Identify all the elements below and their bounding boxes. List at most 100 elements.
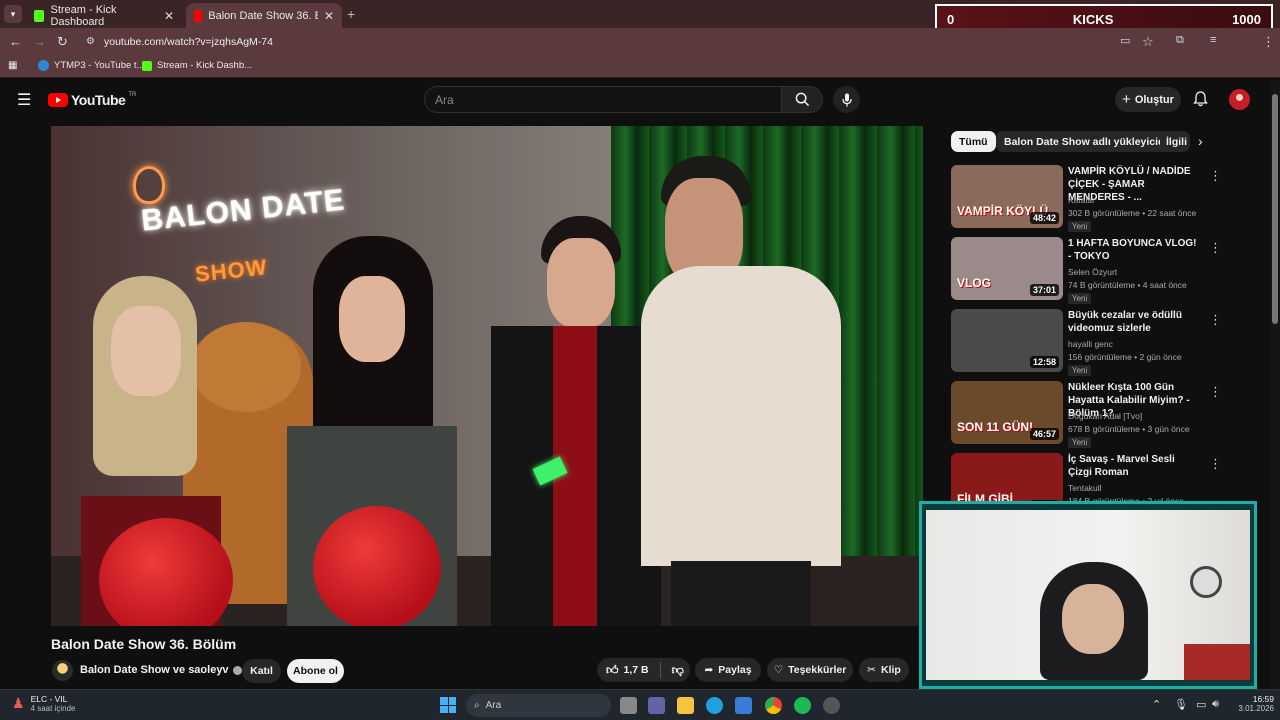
url-field[interactable]: youtube.com/watch?v=jzqhsAgM-74 <box>104 36 273 48</box>
video-player[interactable]: BALON DATE SHOW <box>51 126 923 626</box>
recommendation-channel[interactable]: hayalli genc <box>1068 339 1113 349</box>
thanks-button[interactable]: ♡ Teşekkürler <box>767 658 853 682</box>
more-actions-icon[interactable]: ⋮ <box>1209 168 1222 184</box>
chip-scroll-right-icon[interactable]: › <box>1198 133 1203 149</box>
recommendation-meta: 678 B görüntüleme • 3 gün önce <box>1068 424 1190 434</box>
like-count: 1,7 B <box>623 664 649 676</box>
network-icon[interactable]: ▭ <box>1196 698 1206 711</box>
thanks-label: Teşekkürler <box>788 664 847 676</box>
tab-title: Balon Date Show 36. Bölüm - Yo <box>208 9 318 22</box>
bookmark-ytmp3[interactable]: YTMP3 - YouTube t... <box>38 60 144 71</box>
video-thumbnail[interactable]: VLOG 37:01 <box>951 237 1063 300</box>
recommendation-channel[interactable]: Selen Özyurt <box>1068 267 1117 277</box>
chip-all[interactable]: Tümü <box>951 131 996 152</box>
hamburger-menu-icon[interactable]: ☰ <box>17 90 31 110</box>
search-icon: ⌕ <box>474 700 480 711</box>
more-actions-icon[interactable]: ⋮ <box>1209 240 1222 256</box>
cast-icon[interactable]: ▭ <box>1120 34 1130 47</box>
mic-tray-icon[interactable]: 🎙︎ <box>1174 698 1188 711</box>
account-avatar[interactable] <box>1229 89 1250 110</box>
neon-balloon-icon <box>133 166 165 204</box>
recommendation-channel[interactable]: Kafalar <box>1068 195 1095 205</box>
video-title: Balon Date Show 36. Bölüm <box>51 636 237 652</box>
dark-trousers <box>671 561 811 626</box>
subscribe-button[interactable]: Abone ol <box>287 659 344 683</box>
apps-grid-icon[interactable]: ▦ <box>8 60 17 71</box>
reload-icon[interactable]: ↻ <box>57 34 68 50</box>
tab-search-button[interactable]: ▾ <box>4 5 22 23</box>
tray-chevron-icon[interactable]: ⌃ <box>1152 698 1161 711</box>
new-tab-icon[interactable]: + <box>347 6 355 22</box>
voice-search-button[interactable] <box>833 86 860 113</box>
youtube-logo[interactable]: YouTube TR <box>48 92 136 108</box>
file-explorer-icon[interactable] <box>677 697 694 714</box>
notifications-bell-icon[interactable] <box>1193 91 1208 107</box>
spotify-icon[interactable] <box>794 697 811 714</box>
video-thumbnail[interactable]: 12:58 <box>951 309 1063 372</box>
channel-name-text: Balon Date Show ve saoleyv <box>80 664 229 676</box>
create-button[interactable]: + Oluştur <box>1115 87 1181 112</box>
more-actions-icon[interactable]: ⋮ <box>1209 456 1222 472</box>
youtube-play-icon <box>48 93 68 107</box>
volume-icon[interactable]: 🔊︎ <box>1212 698 1219 711</box>
search-button[interactable] <box>781 86 823 113</box>
more-actions-icon[interactable]: ⋮ <box>1209 384 1222 400</box>
tab-youtube-video[interactable]: Balon Date Show 36. Bölüm - Yo ✕ <box>186 3 342 28</box>
reading-list-icon[interactable]: ≡ <box>1210 34 1216 46</box>
recommendation-item[interactable]: 12:58 Büyük cezalar ve ödüllü videomuz si… <box>951 309 1222 376</box>
kick-favicon-icon <box>34 9 45 22</box>
chrome-icon[interactable] <box>765 697 782 714</box>
video-thumbnail[interactable]: SON 11 GÜN! 46:57 <box>951 381 1063 444</box>
close-tab-icon[interactable]: ✕ <box>324 9 334 23</box>
dislike-button-thumbs-down-icon[interactable]: 👎︎ <box>672 663 684 678</box>
recommendation-meta: 74 B görüntüleme • 4 saat önce <box>1068 280 1187 290</box>
search-input[interactable]: Ara <box>424 86 782 113</box>
more-actions-icon[interactable]: ⋮ <box>1209 312 1222 328</box>
extensions-icon[interactable]: ⧉ <box>1176 34 1184 47</box>
recommendation-item[interactable]: VLOG 37:01 1 HAFTA BOYUNCA VLOG! - TOKYO Se… <box>951 237 1222 304</box>
store-icon[interactable] <box>735 697 752 714</box>
chip-related[interactable]: İlgili <box>1160 131 1190 152</box>
back-icon[interactable]: ← <box>9 34 22 49</box>
video-thumbnail[interactable]: VAMPİR KÖYLÜ 48:42 <box>951 165 1063 228</box>
new-badge: Yeni <box>1068 221 1092 232</box>
kick-favicon-icon <box>142 60 152 71</box>
channel-name[interactable]: Balon Date Show ve saoleyv <box>80 664 242 676</box>
join-button[interactable]: Katıl <box>242 659 281 683</box>
tab-kick-dashboard[interactable]: Stream - Kick Dashboard ✕ <box>26 3 182 28</box>
recommendation-channel[interactable]: Doğukan Adal [Tvo] <box>1068 411 1142 421</box>
forward-icon[interactable]: → <box>33 34 46 49</box>
recommendation-channel[interactable]: Tentakull <box>1068 483 1102 493</box>
scrollbar-thumb[interactable] <box>1272 94 1278 324</box>
weather-widget[interactable]: ♟ ELC - VIL 4 saat içinde <box>12 694 75 713</box>
clip-button[interactable]: ✂ Klip <box>859 658 909 682</box>
recommendation-title[interactable]: Büyük cezalar ve ödüllü videomuz sizlerl… <box>1068 309 1200 335</box>
page-scrollbar[interactable] <box>1270 80 1280 689</box>
edge-icon[interactable] <box>706 697 723 714</box>
bookmark-star-icon[interactable]: ☆ <box>1142 34 1154 50</box>
taskbar-search[interactable]: ⌕ Ara <box>466 694 611 717</box>
chip-from-uploader[interactable]: Balon Date Show adlı yükleyiciden <box>996 131 1185 152</box>
recommendation-title[interactable]: İç Savaş - Marvel Sesli Çizgi Roman <box>1068 453 1200 479</box>
bookmark-label: Stream - Kick Dashb... <box>157 60 253 71</box>
discord-overlay-icon[interactable] <box>823 697 840 714</box>
taskbar-search-label: Ara <box>485 700 502 711</box>
teams-icon[interactable] <box>648 697 665 714</box>
recommendation-item[interactable]: SON 11 GÜN! 46:57 Nükleer Kışta 100 Gün Ha… <box>951 381 1222 448</box>
webcam-overlay <box>919 501 1257 689</box>
share-button[interactable]: ➦ Paylaş <box>695 658 761 682</box>
site-info-icon[interactable]: ⚙ <box>86 36 95 47</box>
start-button[interactable] <box>440 697 456 713</box>
clock[interactable]: 16:59 3.01.2026 <box>1230 694 1274 713</box>
task-view-icon[interactable] <box>620 697 637 714</box>
channel-avatar[interactable] <box>52 660 73 681</box>
red-balloon-right <box>313 506 441 626</box>
video-duration: 12:58 <box>1029 356 1059 368</box>
browser-menu-icon[interactable]: ⋮ <box>1262 34 1275 50</box>
like-button[interactable]: 👍︎ 1,7 B <box>606 663 649 678</box>
bookmark-kick[interactable]: Stream - Kick Dashb... <box>142 60 252 71</box>
recommendation-title[interactable]: 1 HAFTA BOYUNCA VLOG! - TOKYO <box>1068 237 1200 263</box>
recommendation-item[interactable]: VAMPİR KÖYLÜ 48:42 VAMPİR KÖYLÜ / NADİDE Ç… <box>951 165 1222 232</box>
create-label: Oluştur <box>1134 93 1174 106</box>
close-tab-icon[interactable]: ✕ <box>164 9 174 23</box>
